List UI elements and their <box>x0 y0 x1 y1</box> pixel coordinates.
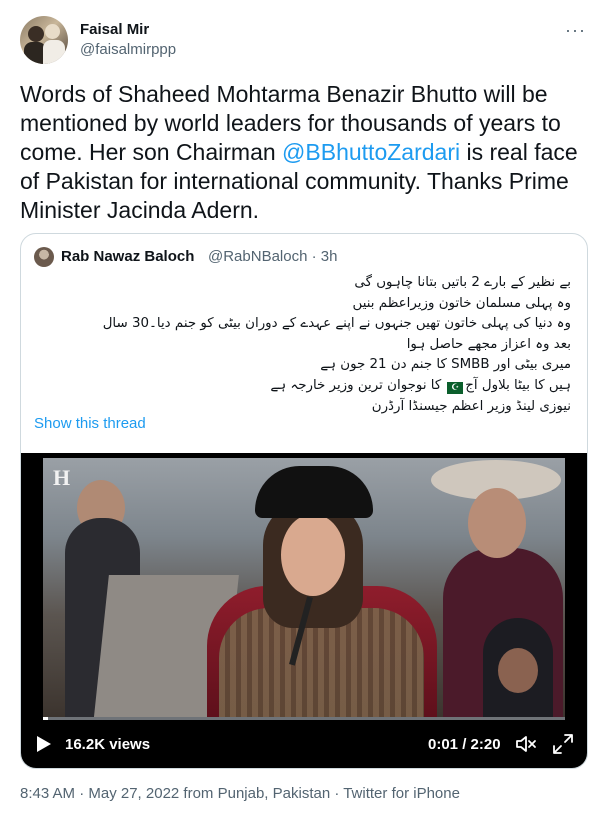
video-progress-fill <box>43 717 49 720</box>
quoted-line-part: کا نوجوان ترین وزیر خارجہ ہے <box>270 377 442 393</box>
quoted-author-name[interactable]: Rab Nawaz Baloch <box>61 248 194 265</box>
watermark-logo: H <box>53 465 71 490</box>
quoted-line: وہ پہلی مسلمان خاتون وزیراعظم بنیں <box>352 295 571 311</box>
video-progress-bar[interactable] <box>43 717 565 720</box>
author-handle[interactable]: @faisalmirppp <box>80 41 176 58</box>
pakistan-flag-icon: ☪ <box>443 381 464 394</box>
fullscreen-icon[interactable] <box>552 733 574 755</box>
quoted-author-handle-time[interactable]: @RabNBaloch · 3h <box>208 248 337 265</box>
author-name[interactable]: Faisal Mir <box>80 21 149 38</box>
quoted-line: بعد وہ اعزاز مجھے حاصل ہوا <box>406 336 571 352</box>
more-options-icon[interactable]: ··· <box>565 20 586 41</box>
tweet-text: Words of Shaheed Mohtarma Benazir Bhutto… <box>20 80 590 225</box>
video-player[interactable]: H 16.2K views 0:01 / 2:20 <box>21 453 587 768</box>
author-avatar[interactable] <box>20 16 68 64</box>
quoted-tweet-text: بے نظیر کے بارے 2 باتیں بتانا چاہوں گی و… <box>51 273 571 417</box>
quoted-line: بے نظیر کے بارے 2 باتیں بتانا چاہوں گی <box>354 275 571 290</box>
quoted-line-part: ہیں کا بیٹا بلاول آج <box>465 377 571 393</box>
quoted-tweet[interactable]: Rab Nawaz Baloch @RabNBaloch · 3h بے نظی… <box>20 233 588 769</box>
view-count: 16.2K views <box>65 736 151 753</box>
tweet: Faisal Mir @faisalmirppp ··· Words of Sh… <box>0 0 603 821</box>
video-time: 0:01 / 2:20 <box>428 736 501 753</box>
quoted-line: وہ دنیا کی پہلی خاتون تھیں جنہوں نے اپنے… <box>102 316 571 332</box>
show-thread-link[interactable]: Show this thread <box>34 415 146 432</box>
quoted-line: میری بیٹی اور SMBB کا جنم دن 21 جون ہے <box>320 357 571 373</box>
quoted-author-avatar[interactable] <box>34 247 54 267</box>
muted-speaker-icon[interactable] <box>515 734 537 754</box>
mention-link[interactable]: @BBhuttoZardari <box>282 139 460 165</box>
quoted-line: ہیں کا بیٹا بلاول آج☪کا نوجوان ترین وزیر… <box>51 376 571 397</box>
video-frame[interactable]: H <box>43 458 565 720</box>
tweet-meta[interactable]: 8:43 AM · May 27, 2022 from Punjab, Paki… <box>20 785 460 802</box>
play-icon[interactable] <box>36 735 52 753</box>
